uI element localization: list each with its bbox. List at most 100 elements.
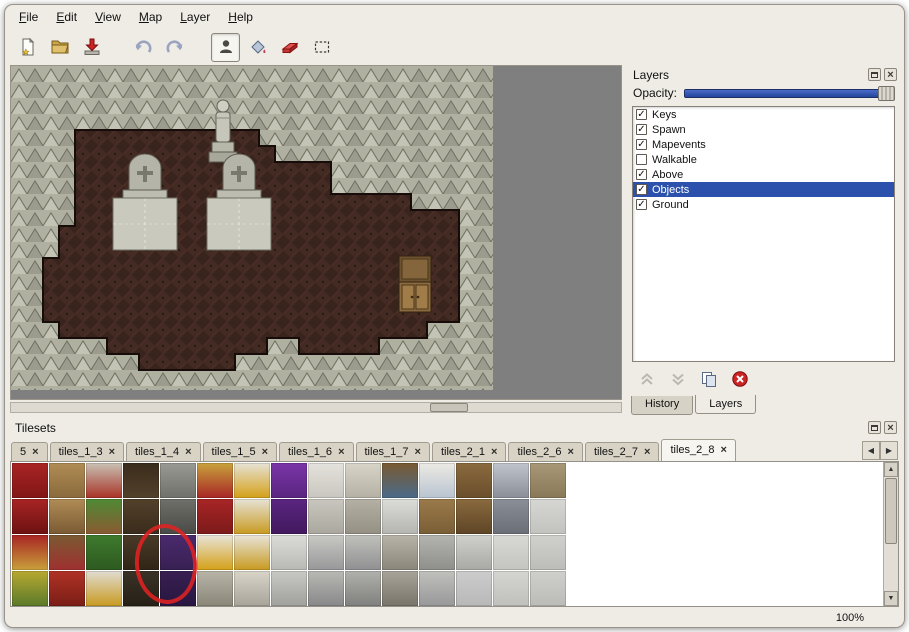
tab-close-icon[interactable]: ×	[185, 447, 191, 457]
tile-gate-top[interactable]	[160, 463, 196, 498]
layer-row-objects[interactable]: ✓Objects	[633, 182, 894, 197]
map-canvas[interactable]	[11, 66, 493, 390]
tile-gargoyle-right-bottom[interactable]	[345, 571, 381, 606]
tile-tombstone-cross[interactable]	[456, 535, 492, 570]
tile-vase-white[interactable]	[419, 463, 455, 498]
fill-tool-button[interactable]	[243, 33, 272, 62]
menu-edit[interactable]: Edit	[48, 7, 85, 27]
layers-panel-float-button[interactable]	[868, 68, 881, 81]
tile-dresser-wood[interactable]	[456, 463, 492, 498]
tile-banner-red-2[interactable]	[12, 499, 48, 534]
layer-checkbox[interactable]: ✓	[636, 169, 647, 180]
tile-gold-chain[interactable]	[197, 535, 233, 570]
tileset-tab-tiles_2_6[interactable]: tiles_2_6×	[508, 442, 582, 461]
layer-row-spawn[interactable]: ✓Spawn	[633, 122, 894, 137]
map-viewport[interactable]	[10, 65, 622, 400]
menu-view[interactable]: View	[87, 7, 129, 27]
layer-checkbox[interactable]	[636, 154, 647, 165]
opacity-slider[interactable]	[684, 89, 894, 98]
tile-cabinet-bottom[interactable]	[123, 499, 159, 534]
menu-help[interactable]: Help	[220, 7, 261, 27]
tile-door-white-top[interactable]	[308, 463, 344, 498]
scroll-up-button[interactable]: ▲	[884, 462, 898, 477]
tile-gargoyle-left-top[interactable]	[308, 535, 344, 570]
layer-checkbox[interactable]: ✓	[636, 139, 647, 150]
tile-keg[interactable]	[456, 499, 492, 534]
tile-door-white-bottom[interactable]	[308, 499, 344, 534]
open-button[interactable]	[45, 33, 74, 62]
tile-banner-emblem[interactable]	[12, 535, 48, 570]
tile-gold-pile[interactable]	[234, 535, 270, 570]
tilesets-panel-close-button[interactable]: ×	[884, 421, 897, 434]
map-horizontal-scrollbar-thumb[interactable]	[430, 403, 468, 412]
tile-urn[interactable]	[382, 571, 418, 606]
tab-close-icon[interactable]: ×	[415, 447, 421, 457]
opacity-slider-handle[interactable]	[878, 86, 895, 101]
tileset-tab-5[interactable]: 5×	[11, 442, 48, 461]
menu-file[interactable]: File	[11, 7, 46, 27]
tile-rock-dark[interactable]	[123, 571, 159, 606]
tile-tile-gray-2[interactable]	[493, 535, 529, 570]
tile-tile-gray-3[interactable]	[530, 535, 566, 570]
tile-plant-tall[interactable]	[86, 535, 122, 570]
tile-statue-angel-top[interactable]	[271, 535, 307, 570]
layer-row-mapevents[interactable]: ✓Mapevents	[633, 137, 894, 152]
layer-delete-button[interactable]	[731, 370, 749, 391]
tile-picture-frame[interactable]	[382, 463, 418, 498]
tile-purple-door-top[interactable]	[160, 535, 196, 570]
tileset-tab-tiles_1_5[interactable]: tiles_1_5×	[203, 442, 277, 461]
tile-gargoyle-right-top[interactable]	[345, 535, 381, 570]
tile-shelf-wood[interactable]	[530, 463, 566, 498]
tile-obelisk-bottom[interactable]	[419, 535, 455, 570]
tile-gate-bottom[interactable]	[160, 499, 196, 534]
stamp-tool-button[interactable]	[211, 33, 240, 62]
layer-checkbox[interactable]: ✓	[636, 109, 647, 120]
new-button[interactable]	[13, 33, 42, 62]
layer-move-down-button[interactable]	[669, 370, 687, 391]
tab-scroll-left-button[interactable]: ◀	[862, 441, 880, 460]
tile-rock-pile[interactable]	[197, 571, 233, 606]
tile-gargoyle-left-bottom[interactable]	[308, 571, 344, 606]
tileset-scrollbar-thumb[interactable]	[885, 478, 897, 544]
scroll-down-button[interactable]: ▼	[884, 591, 898, 606]
tile-throne-red-bottom[interactable]	[197, 499, 233, 534]
layer-row-ground[interactable]: ✓Ground	[633, 197, 894, 212]
tile-crown-gold[interactable]	[234, 463, 270, 498]
tab-scroll-right-button[interactable]: ▶	[880, 441, 898, 460]
tileset-tab-tiles_1_4[interactable]: tiles_1_4×	[126, 442, 200, 461]
eraser-tool-button[interactable]	[275, 33, 304, 62]
layer-duplicate-button[interactable]	[700, 370, 718, 391]
tilesets-panel-float-button[interactable]	[868, 421, 881, 434]
tile-throne-red-top[interactable]	[197, 463, 233, 498]
tile-statue-angel-bottom[interactable]	[271, 571, 307, 606]
tile-plant-small[interactable]	[86, 499, 122, 534]
layer-checkbox[interactable]: ✓	[636, 199, 647, 210]
tab-close-icon[interactable]: ×	[644, 447, 650, 457]
layer-row-above[interactable]: ✓Above	[633, 167, 894, 182]
tile-statue-base[interactable]	[234, 571, 270, 606]
tile-purple-door-bottom[interactable]	[160, 571, 196, 606]
save-button[interactable]	[77, 33, 106, 62]
layer-move-up-button[interactable]	[638, 370, 656, 391]
tile-horn-gold[interactable]	[86, 571, 122, 606]
tile-banner-tattered[interactable]	[12, 571, 48, 606]
tile-vase-stone[interactable]	[382, 535, 418, 570]
tab-close-icon[interactable]: ×	[262, 447, 268, 457]
tile-tile-gray-4[interactable]	[456, 571, 492, 606]
tile-books[interactable]	[49, 535, 85, 570]
tileset-tab-tiles_2_8[interactable]: tiles_2_8×	[661, 439, 735, 461]
layer-checkbox[interactable]: ✓	[636, 124, 647, 135]
tile-pillar-top[interactable]	[345, 463, 381, 498]
tileset-tab-tiles_1_3[interactable]: tiles_1_3×	[50, 442, 124, 461]
tab-close-icon[interactable]: ×	[491, 447, 497, 457]
tileset-tab-tiles_1_7[interactable]: tiles_1_7×	[356, 442, 430, 461]
tile-goblet-gold[interactable]	[234, 499, 270, 534]
tile-armor-top[interactable]	[493, 463, 529, 498]
panel-tab-history[interactable]: History	[631, 396, 693, 415]
layers-panel-close-button[interactable]: ×	[884, 68, 897, 81]
menu-layer[interactable]: Layer	[172, 7, 218, 27]
tile-shelf-dark[interactable]	[123, 535, 159, 570]
redo-button[interactable]	[160, 33, 189, 62]
layer-row-walkable[interactable]: Walkable	[633, 152, 894, 167]
tile-banner-red[interactable]	[12, 463, 48, 498]
